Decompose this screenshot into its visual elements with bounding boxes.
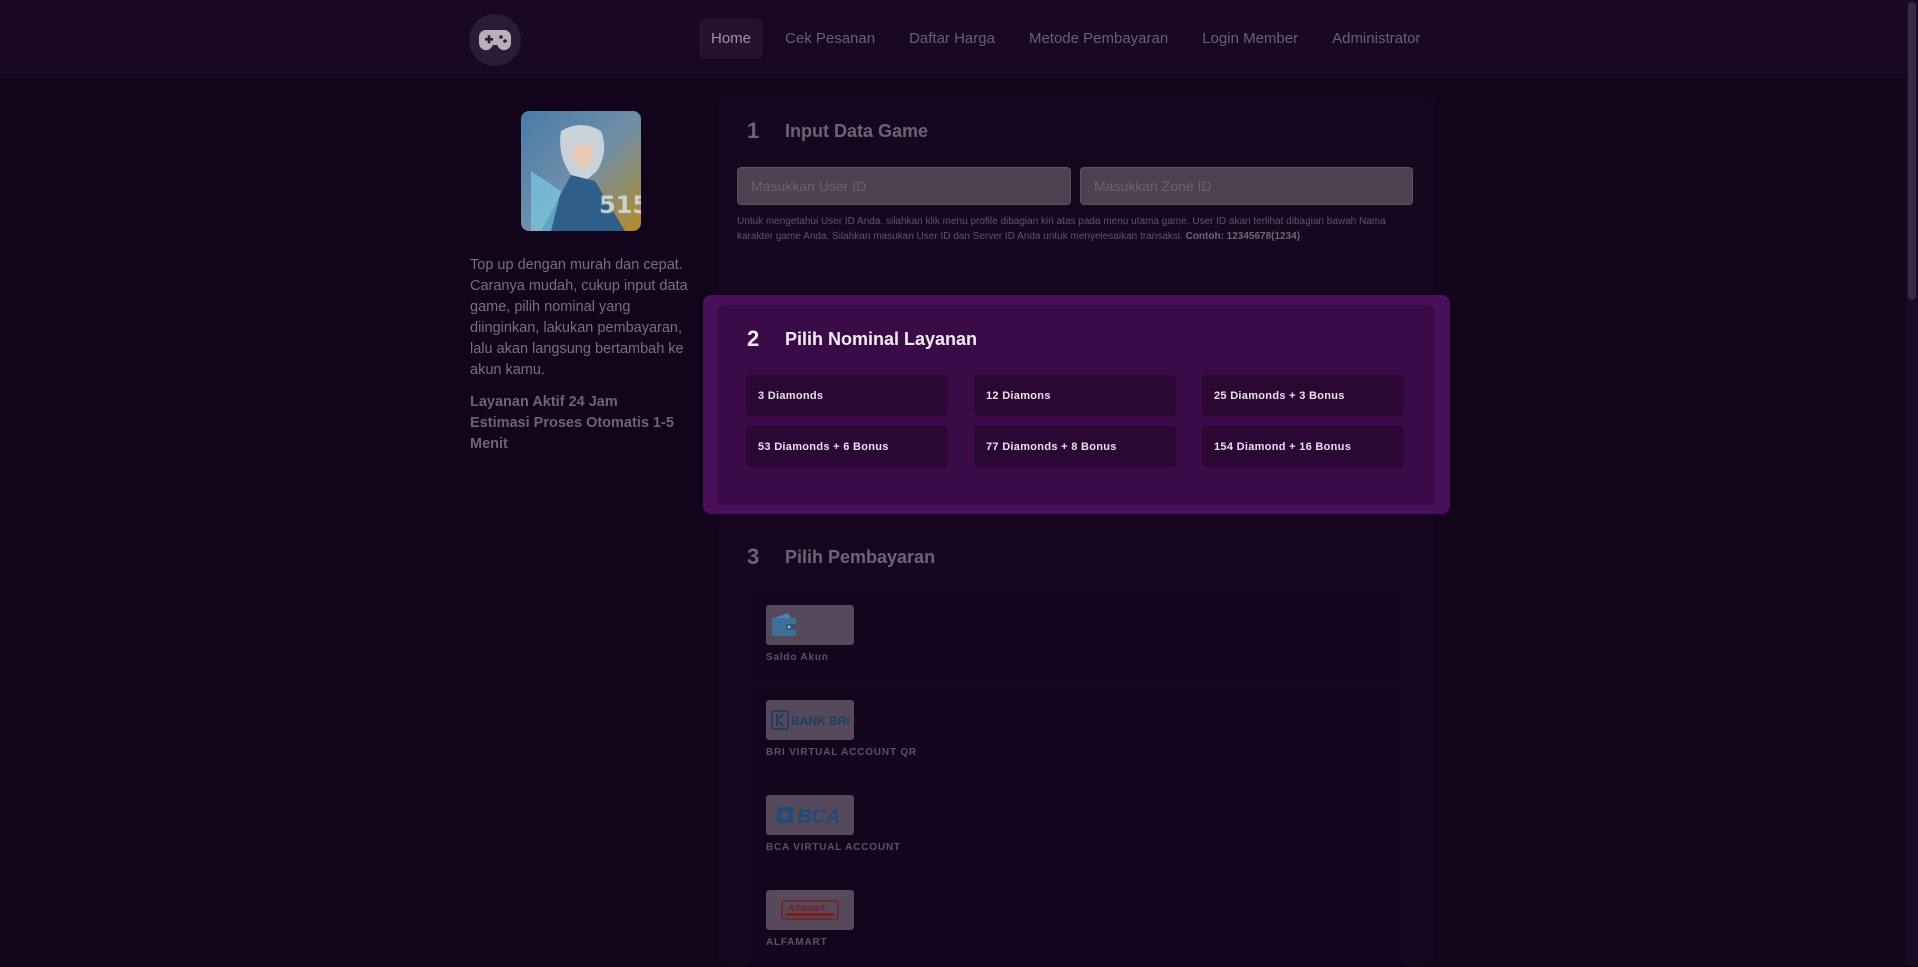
game-cover-image: 515	[521, 111, 641, 231]
wallet-icon	[766, 605, 854, 645]
payment-saldo-akun[interactable]: Saldo Akun	[747, 594, 1405, 682]
nominal-option[interactable]: 154 Diamond + 16 Bonus	[1202, 426, 1404, 467]
navbar: Home Cek Pesanan Daftar Harga Metode Pem…	[0, 0, 1906, 78]
gamepad-icon	[478, 30, 512, 51]
payment-alfamart[interactable]: Alfamart ALFAMART	[747, 879, 1405, 967]
section-3-number: 3	[747, 544, 760, 569]
svg-text:515: 515	[599, 191, 641, 219]
user-id-input[interactable]	[737, 167, 1071, 205]
nominal-option[interactable]: 25 Diamonds + 3 Bonus	[1202, 375, 1404, 416]
hint-example: Contoh: 12345678(1234)	[1185, 231, 1301, 242]
section-1-title: 1 Input Data Game	[747, 118, 928, 144]
alfamart-logo: Alfamart	[766, 890, 854, 930]
section-1-number: 1	[747, 118, 760, 143]
nav-metode-pembayaran[interactable]: Metode Pembayaran	[1017, 19, 1180, 59]
hint-end: .	[1300, 231, 1303, 242]
nav-administrator[interactable]: Administrator	[1320, 19, 1432, 59]
section-1-heading: Input Data Game	[785, 120, 929, 141]
nominal-option[interactable]: 3 Diamonds	[746, 375, 948, 416]
section-3-heading: Pilih Pembayaran	[785, 546, 936, 567]
service-info: Layanan Aktif 24 Jam Estimasi Proses Oto…	[470, 392, 692, 455]
payment-label: ALFAMART	[766, 937, 828, 948]
process-estimate: Estimasi Proses Otomatis 1-5 Menit	[470, 415, 674, 452]
section-2-heading: Pilih Nominal Layanan	[785, 328, 978, 349]
nav-cek-pesanan[interactable]: Cek Pesanan	[773, 19, 887, 59]
section-2-number: 2	[747, 326, 760, 351]
bca-logo: BCA	[766, 795, 854, 835]
site-logo[interactable]	[469, 14, 521, 66]
payment-bri-va-qr[interactable]: BANK BRI BRI VIRTUAL ACCOUNT QR	[747, 689, 1405, 777]
payment-label: Saldo Akun	[766, 652, 829, 663]
svg-text:Alfamart: Alfamart	[787, 903, 826, 913]
nominal-option[interactable]: 77 Diamonds + 8 Bonus	[974, 426, 1176, 467]
nav-daftar-harga[interactable]: Daftar Harga	[897, 19, 1007, 59]
bank-bri-logo: BANK BRI	[766, 700, 854, 740]
payment-label: BCA VIRTUAL ACCOUNT	[766, 842, 901, 853]
nominal-option[interactable]: 12 Diamons	[974, 375, 1176, 416]
service-hours: Layanan Aktif 24 Jam	[470, 394, 618, 410]
user-id-hint: Untuk mengetahui User ID Anda, silahkan …	[737, 214, 1397, 244]
game-description: Top up dengan murah dan cepat. Caranya m…	[470, 257, 688, 378]
payment-bca-va[interactable]: BCA BCA VIRTUAL ACCOUNT	[747, 784, 1405, 872]
svg-text:BCA: BCA	[797, 806, 840, 828]
section-2-title: 2 Pilih Nominal Layanan	[747, 326, 977, 352]
payment-label: BRI VIRTUAL ACCOUNT QR	[766, 747, 917, 758]
zone-id-input[interactable]	[1080, 167, 1413, 205]
nav-home[interactable]: Home	[699, 19, 764, 59]
section-3-title: 3 Pilih Pembayaran	[747, 544, 935, 570]
scrollbar-thumb[interactable]	[1908, 2, 1916, 300]
page-scrollbar[interactable]	[1906, 0, 1918, 965]
nominal-option[interactable]: 53 Diamonds + 6 Bonus	[746, 426, 948, 467]
main-nav: Home Cek Pesanan Daftar Harga Metode Pem…	[699, 19, 1442, 59]
nav-login-member[interactable]: Login Member	[1190, 19, 1310, 59]
svg-text:BANK BRI: BANK BRI	[791, 714, 850, 728]
